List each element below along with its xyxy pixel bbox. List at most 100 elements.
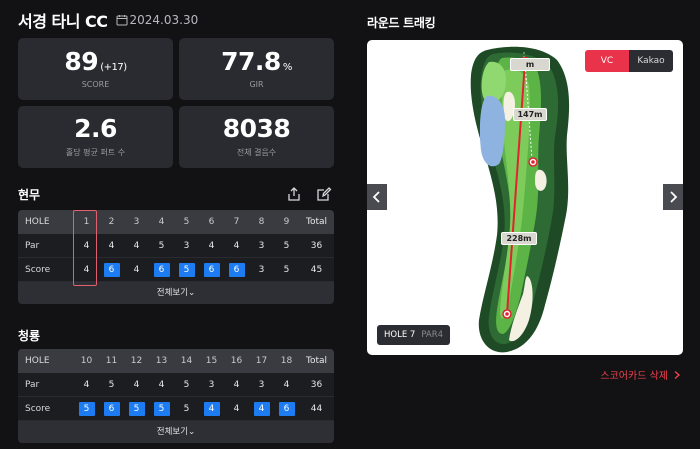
total-cell: Total xyxy=(305,217,328,227)
score-value: 89 xyxy=(64,47,99,76)
par-row: Par 4 5 4 4 5 3 4 3 4 36 xyxy=(18,373,334,397)
hole-cell: 6 xyxy=(199,262,224,277)
over-par-badge: 5 xyxy=(128,401,145,416)
hole-cell: 6 xyxy=(149,262,174,277)
hole-cell: 4 xyxy=(233,379,240,390)
putts-value: 2.6 xyxy=(74,114,117,143)
hole-cell: 17 xyxy=(255,356,268,366)
scorecard-table-front: HOLE 1 2 3 4 5 6 7 8 9 Total Par 4 4 4 5 3 4 4 3 5 36 Score 4 6 4… xyxy=(18,210,334,304)
stat-label: SCORE xyxy=(81,80,110,89)
over-par-badge: 6 xyxy=(278,401,295,416)
distance-label: 147m xyxy=(513,108,547,121)
round-date: 2024.03.30 xyxy=(116,13,199,27)
score-row: Score 4 6 4 6 5 6 6 3 5 45 xyxy=(18,258,334,282)
over-par-badge: 5 xyxy=(153,401,170,416)
view-all-button[interactable]: 전체보기⌄ xyxy=(18,421,334,443)
prev-hole-button[interactable] xyxy=(367,184,387,210)
hole-cell: 1 xyxy=(83,217,90,227)
table-header-row: HOLE 1 2 3 4 5 6 7 8 9 Total xyxy=(18,210,334,234)
over-par-badge: 4 xyxy=(203,401,220,416)
over-par-badge: 4 xyxy=(253,401,270,416)
hole-cell: 4 xyxy=(83,264,90,275)
hole-map[interactable] xyxy=(367,40,683,355)
hole-map-panel[interactable]: m 147m 228m VC Kakao HOLE 7 PAR4 xyxy=(367,40,683,355)
delete-label: 스코어카드 삭제 xyxy=(600,371,668,382)
stat-label: GIR xyxy=(249,80,264,89)
hole-cell: 5 xyxy=(108,379,115,390)
hole-cell: 4 xyxy=(133,379,140,390)
hole-cell: 6 xyxy=(208,217,215,227)
hole-cell: 15 xyxy=(205,356,218,366)
chevron-right-icon xyxy=(670,191,678,203)
course-title: 현무 xyxy=(18,188,41,202)
header: 서경 타니 CC 2024.03.30 xyxy=(18,8,198,32)
hole-cell: 4 xyxy=(233,240,240,251)
stat-value: 8038 xyxy=(223,116,291,141)
hole-cell: 6 xyxy=(99,401,124,416)
hole-cell: 11 xyxy=(105,356,118,366)
chevron-left-icon xyxy=(372,191,380,203)
hole-cell: 9 xyxy=(283,217,290,227)
hole-number: HOLE 7 xyxy=(384,330,416,340)
over-par-badge: 6 xyxy=(103,262,120,277)
hole-cell: 5 xyxy=(74,401,99,416)
hole-cell: 8 xyxy=(258,217,265,227)
view-all-button[interactable]: 전체보기⌄ xyxy=(18,282,334,304)
hole-cell: 3 xyxy=(133,217,140,227)
hole-cell: 2 xyxy=(108,217,115,227)
hole-cell: 3 xyxy=(258,379,265,390)
next-hole-button[interactable] xyxy=(663,184,683,210)
par-row: Par 4 4 4 5 3 4 4 3 5 36 xyxy=(18,234,334,258)
hole-cell: 3 xyxy=(208,379,215,390)
row-label: Par xyxy=(25,240,40,251)
hole-cell: 5 xyxy=(183,379,190,390)
hole-cell: 4 xyxy=(283,379,290,390)
hole-cell: 5 xyxy=(149,401,174,416)
course-title: 청룡 xyxy=(18,329,41,343)
row-label: Score xyxy=(25,264,51,275)
stat-value: 77.8% xyxy=(221,49,292,74)
total-cell: 44 xyxy=(310,403,323,414)
hole-cell: 5 xyxy=(124,401,149,416)
hole-cell: 4 xyxy=(208,240,215,251)
hole-cell: 5 xyxy=(183,403,190,414)
row-label: Par xyxy=(25,379,40,390)
total-cell: 45 xyxy=(310,264,323,275)
course-name: 서경 타니 CC xyxy=(18,12,108,31)
share-button[interactable] xyxy=(284,184,304,204)
hole-cell: 5 xyxy=(283,264,290,275)
stats-grid: 89 (+17) SCORE 77.8% GIR 2.6 홀당 평균 퍼트 수 8… xyxy=(18,38,334,168)
edit-icon xyxy=(317,187,332,201)
hole-cell: 13 xyxy=(155,356,168,366)
steps-value: 8038 xyxy=(222,114,291,143)
toolbar xyxy=(274,184,334,204)
hole-cell: 5 xyxy=(183,217,190,227)
score-diff: (+17) xyxy=(100,62,127,73)
hole-cell: 3 xyxy=(258,240,265,251)
provider-kakao-button[interactable]: Kakao xyxy=(629,50,673,72)
stat-card-putts: 2.6 홀당 평균 퍼트 수 xyxy=(18,106,173,168)
gir-unit: % xyxy=(282,62,293,73)
stat-card-steps: 8038 전체 결음수 xyxy=(179,106,334,168)
gir-value: 77.8 xyxy=(221,47,281,76)
provider-vc-button[interactable]: VC xyxy=(585,50,629,72)
hole-cell: 4 xyxy=(199,401,224,416)
chevron-right-icon xyxy=(674,370,681,379)
over-par-badge: 5 xyxy=(178,262,195,277)
hole-badge: HOLE 7 PAR4 xyxy=(377,325,451,345)
distance-label: m xyxy=(510,58,550,71)
map-provider-toggle: VC Kakao xyxy=(585,50,673,72)
over-par-badge: 6 xyxy=(228,262,245,277)
over-par-badge: 6 xyxy=(203,262,220,277)
hole-cell: 4 xyxy=(133,240,140,251)
hole-cell: 3 xyxy=(258,264,265,275)
score-row: Score 5 6 5 5 5 4 4 4 6 44 xyxy=(18,397,334,421)
stat-card-gir: 77.8% GIR xyxy=(179,38,334,100)
delete-scorecard-link[interactable]: 스코어카드 삭제 xyxy=(600,367,682,382)
hole-cell: 5 xyxy=(283,240,290,251)
over-par-badge: 5 xyxy=(78,401,95,416)
hole-cell: 12 xyxy=(130,356,143,366)
edit-button[interactable] xyxy=(314,184,334,204)
row-label: Score xyxy=(25,403,51,414)
date-text: 2024.03.30 xyxy=(129,13,199,27)
